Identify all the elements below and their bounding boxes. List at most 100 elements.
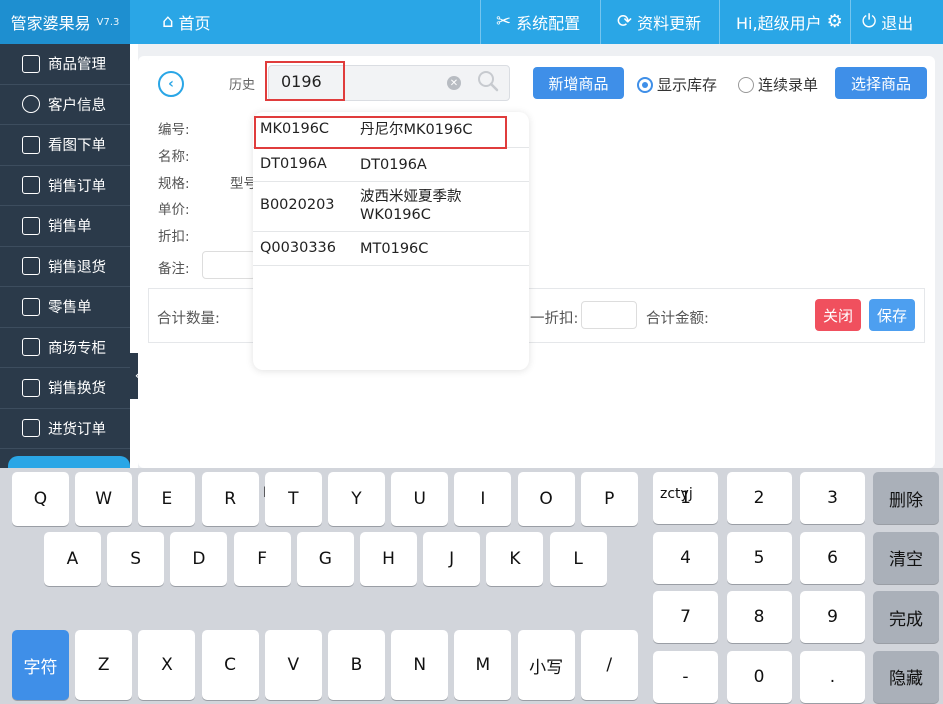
sidebar-item-mall-counter[interactable]: 商场专柜	[0, 328, 130, 368]
key-letter[interactable]: L	[549, 532, 607, 586]
symbol-mode-key[interactable]: 字符	[12, 630, 69, 700]
price-label: 单价:	[158, 202, 190, 218]
result-name: 波西米娅夏季款	[360, 189, 462, 205]
discount-input[interactable]	[581, 301, 637, 329]
key-letter[interactable]: U	[391, 472, 449, 526]
numpad-key[interactable]: .	[800, 650, 865, 703]
home-icon: ⌂	[162, 11, 174, 32]
sidebar-item-customers[interactable]: 客户信息	[0, 85, 130, 125]
sidebar-item-purchase-order[interactable]: 进货订单	[0, 409, 130, 449]
sidebar-item-label: 销售订单	[48, 178, 106, 195]
numpad-key[interactable]: 7	[653, 591, 718, 643]
result-name: MT0196C	[360, 241, 429, 257]
home-nav[interactable]: ⌂ 首页	[162, 0, 210, 44]
numpad-key[interactable]: 3	[800, 472, 865, 524]
result-row[interactable]: B0020203 波西米娅夏季款 WK0196C	[253, 182, 529, 232]
return-icon	[22, 257, 40, 276]
numpad-key[interactable]: 6	[800, 531, 865, 584]
numpad-key[interactable]: 2	[726, 472, 792, 524]
user-icon	[22, 95, 40, 114]
key-letter[interactable]: /	[580, 630, 638, 700]
sidebar-item-sales-exchange[interactable]: 销售换货	[0, 368, 130, 409]
save-button[interactable]: 保存	[869, 299, 915, 331]
code-label: 编号:	[158, 122, 190, 138]
search-icon[interactable]	[477, 70, 499, 92]
memo-input[interactable]	[202, 251, 256, 279]
result-row[interactable]: Q0030336 MT0196C	[253, 232, 529, 266]
key-letter[interactable]: T	[264, 472, 322, 526]
settings-label: 系统配置	[516, 14, 581, 33]
key-letter[interactable]: H	[360, 532, 417, 586]
done-key[interactable]: 完成	[873, 591, 939, 643]
back-button[interactable]: ‹	[158, 71, 184, 97]
exchange-icon	[22, 378, 40, 397]
sidebar-item-sales-return[interactable]: 销售退货	[0, 247, 130, 287]
close-button[interactable]: 关闭	[815, 299, 861, 331]
app-brand: 管家婆果易 V7.3	[0, 0, 130, 44]
result-code: DT0196A	[260, 156, 327, 172]
key-letter[interactable]: N	[391, 630, 449, 700]
key-letter[interactable]: A	[44, 532, 101, 586]
divider	[850, 0, 851, 44]
numpad-key[interactable]: 4	[653, 531, 718, 584]
key-letter[interactable]: P	[580, 472, 638, 526]
key-letter[interactable]: I	[454, 472, 512, 526]
key-letter[interactable]: X	[138, 630, 196, 700]
numpad-suggestion[interactable]: zctyj	[660, 486, 693, 502]
logout-button[interactable]: ⏻ 退出	[862, 0, 913, 44]
search-highlight	[265, 61, 345, 101]
discount-label: 折扣:	[158, 229, 190, 245]
sidebar-item-retail[interactable]: 零售单	[0, 287, 130, 328]
key-letter[interactable]: Z	[75, 630, 133, 700]
result-row[interactable]: DT0196A DT0196A	[253, 148, 529, 182]
key-letter[interactable]: S	[107, 532, 165, 586]
numpad-key[interactable]: 5	[726, 531, 792, 584]
key-letter[interactable]: K	[486, 532, 544, 586]
numpad-key[interactable]: -	[653, 650, 718, 703]
user-menu[interactable]: Hi,超级用户 ⚙	[736, 0, 843, 44]
clear-icon[interactable]: ✕	[447, 76, 461, 90]
numpad-key[interactable]: 0	[726, 650, 792, 703]
continuous-entry-radio[interactable]: 连续录单	[738, 74, 818, 95]
key-letter[interactable]: R	[201, 472, 259, 526]
new-product-button[interactable]: 新增商品	[533, 67, 624, 99]
hide-key[interactable]: 隐藏	[873, 650, 939, 703]
history-label: 历史	[229, 78, 256, 93]
lowercase-key[interactable]: 小写	[517, 630, 575, 700]
key-letter[interactable]: F	[233, 532, 291, 586]
sidebar-item-picture-order[interactable]: 看图下单	[0, 125, 130, 166]
numpad-key[interactable]: 9	[800, 591, 865, 643]
key-letter[interactable]: V	[264, 630, 322, 700]
tools-icon: ✂	[496, 11, 512, 32]
sidebar-item-label: 销售退货	[48, 259, 106, 276]
key-letter[interactable]: W	[75, 472, 133, 526]
settings-nav[interactable]: ✂ 系统配置	[496, 0, 580, 44]
clear-key[interactable]: 清空	[873, 531, 939, 584]
key-letter[interactable]: M	[454, 630, 512, 700]
key-letter[interactable]: Q	[12, 472, 69, 526]
refresh-nav[interactable]: ⟳ 资料更新	[617, 0, 701, 44]
sidebar-item-sales-order[interactable]: 销售订单	[0, 166, 130, 206]
numpad-key[interactable]: 8	[726, 591, 792, 643]
select-product-button[interactable]: 选择商品	[835, 67, 927, 99]
continuous-entry-label: 连续录单	[758, 76, 819, 94]
search-results-dropdown: MK0196C 丹尼尔MK0196C DT0196A DT0196A B0020…	[253, 112, 529, 370]
sidebar-item-sales-slip[interactable]: 销售单	[0, 206, 130, 247]
delete-key[interactable]: 删除	[873, 472, 939, 524]
key-letter[interactable]: Y	[328, 472, 385, 526]
key-letter[interactable]: J	[423, 532, 481, 586]
key-letter[interactable]: B	[328, 630, 385, 700]
key-letter[interactable]: G	[296, 532, 354, 586]
refresh-label: 资料更新	[637, 14, 702, 33]
key-letter[interactable]: D	[170, 532, 228, 586]
key-letter[interactable]: O	[517, 472, 575, 526]
key-letter[interactable]: E	[138, 472, 196, 526]
refresh-icon: ⟳	[617, 11, 633, 32]
total-qty-label: 合计数量:	[157, 311, 220, 327]
order-icon	[22, 176, 40, 195]
show-stock-radio[interactable]: 显示库存	[637, 74, 717, 95]
sidebar-item-products[interactable]: 商品管理	[0, 44, 130, 85]
key-letter[interactable]: C	[201, 630, 259, 700]
discount-all-label: 一折扣:	[530, 311, 579, 327]
result-name-line2: WK0196C	[360, 207, 431, 223]
